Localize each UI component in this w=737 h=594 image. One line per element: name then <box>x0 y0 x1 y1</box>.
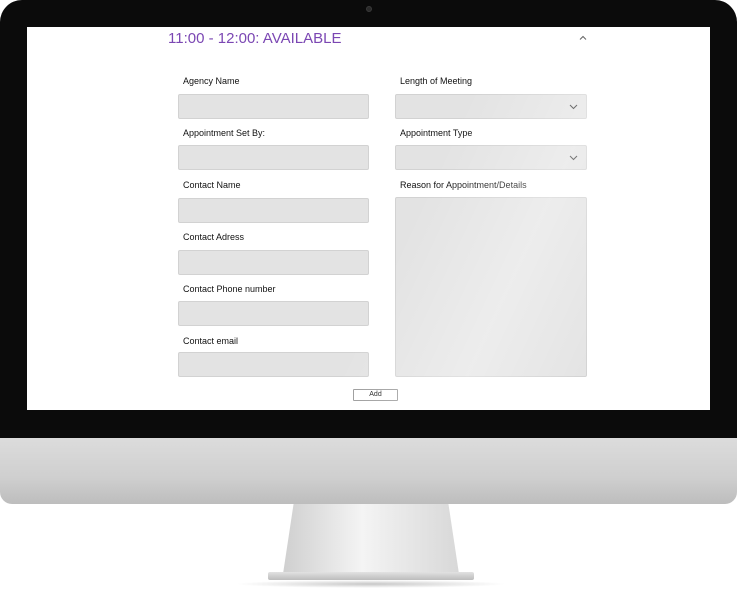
add-button[interactable]: Add <box>353 389 398 401</box>
contact-address-input[interactable] <box>178 250 369 275</box>
appointment-set-by-label: Appointment Set By: <box>183 128 266 138</box>
chevron-down-icon <box>569 155 578 160</box>
time-slot-title: 11:00 - 12:00: AVAILABLE <box>168 30 342 47</box>
chevron-up-icon[interactable] <box>578 33 588 43</box>
contact-name-label: Contact Name <box>183 180 241 190</box>
monitor-foot <box>268 572 474 580</box>
contact-phone-input[interactable] <box>178 301 369 326</box>
screen: 11:00 - 12:00: AVAILABLE Agency Name App… <box>27 27 710 410</box>
agency-name-label: Agency Name <box>183 76 240 86</box>
monitor-bezel: 11:00 - 12:00: AVAILABLE Agency Name App… <box>0 0 737 438</box>
agency-name-input[interactable] <box>178 94 369 119</box>
chevron-down-icon <box>569 104 578 109</box>
appointment-type-label: Appointment Type <box>400 128 473 138</box>
camera-icon <box>366 6 372 12</box>
contact-email-label: Contact email <box>183 336 239 346</box>
meeting-length-label: Length of Meeting <box>400 76 473 86</box>
reason-label: Reason for Appointment/Details <box>400 180 527 190</box>
appointment-set-by-input[interactable] <box>178 145 369 170</box>
reason-textarea[interactable] <box>395 197 587 377</box>
monitor-stand <box>283 504 459 574</box>
appointment-type-select[interactable] <box>395 145 587 170</box>
contact-phone-label: Contact Phone number <box>183 284 276 294</box>
stand-shadow <box>235 580 507 588</box>
contact-name-input[interactable] <box>178 198 369 223</box>
contact-email-input[interactable] <box>178 352 369 377</box>
contact-address-label: Contact Adress <box>183 232 245 242</box>
meeting-length-select[interactable] <box>395 94 587 119</box>
monitor-chin <box>0 438 737 504</box>
